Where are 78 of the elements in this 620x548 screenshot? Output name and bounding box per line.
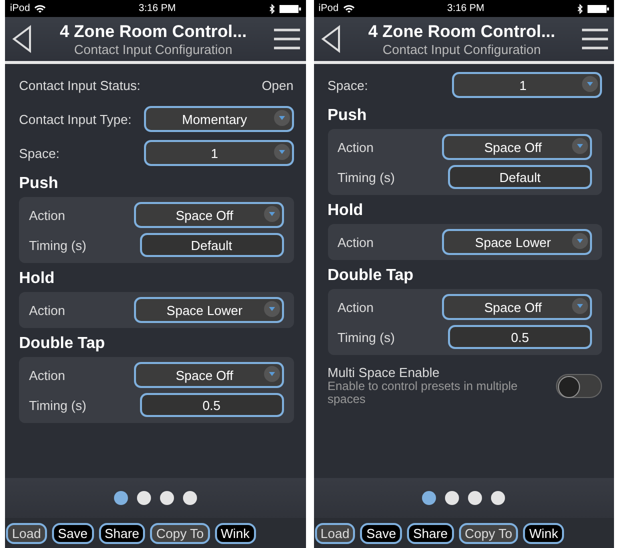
toolbar-button[interactable]: Save	[52, 522, 94, 544]
status-time: 3:16 PM	[138, 3, 176, 14]
toolbar-button[interactable]: Wink	[523, 522, 564, 544]
field-label: Action	[29, 368, 66, 382]
field-label: Action	[29, 302, 66, 318]
caret-icon	[582, 76, 598, 92]
toolbar-button[interactable]: Share	[407, 522, 454, 544]
field-label: Contact Input Type:	[19, 112, 132, 126]
input-field[interactable]: Default	[448, 165, 592, 189]
menu-icon	[274, 28, 300, 50]
page-dot[interactable]	[422, 491, 436, 505]
field-label: Action	[338, 300, 374, 314]
carrier-label: iPod	[318, 3, 339, 14]
battery-icon	[278, 4, 301, 14]
toggle-switch[interactable]	[556, 374, 602, 398]
page-dot[interactable]	[445, 491, 460, 505]
toolbar-button[interactable]: Share	[98, 522, 146, 544]
field-label: Timing (s)	[338, 170, 395, 184]
caret-icon	[264, 206, 280, 222]
page-dot[interactable]	[491, 491, 506, 505]
status-time: 3:16 PM	[447, 3, 484, 14]
section-title: Push	[19, 175, 60, 193]
caret-icon	[264, 366, 280, 382]
battery-icon	[587, 4, 610, 14]
dropdown[interactable]: Space Lower	[442, 229, 592, 255]
page-dot[interactable]	[182, 491, 197, 505]
menu-icon	[582, 28, 608, 50]
wifi-icon	[34, 4, 46, 14]
header-title: 4 Zone Room Control...	[368, 22, 556, 42]
dropdown[interactable]: Space Off	[134, 362, 284, 388]
field-label: Action	[338, 234, 374, 250]
section-title: Hold	[328, 202, 364, 220]
back-icon	[11, 25, 33, 53]
dropdown[interactable]: 1	[452, 72, 602, 98]
header-subtitle: Contact Input Configuration	[382, 42, 541, 56]
section-title: Hold	[19, 270, 56, 288]
section-title: Double Tap	[328, 267, 414, 285]
page-dot[interactable]	[468, 491, 482, 505]
dropdown[interactable]: Space Off	[134, 202, 284, 228]
caret-icon	[572, 298, 588, 314]
caret-icon	[274, 144, 290, 160]
field-label: Timing (s)	[29, 238, 86, 252]
toggle-description: Enable to control presets in multiple spaces	[328, 380, 519, 406]
carrier-label: iPod	[10, 3, 30, 14]
section-title: Double Tap	[19, 335, 106, 353]
bluetooth-icon	[577, 4, 584, 14]
back-icon	[320, 25, 342, 53]
caret-icon	[572, 138, 588, 154]
caret-icon	[572, 233, 588, 249]
toolbar-button[interactable]: Save	[360, 522, 402, 544]
page-dot[interactable]	[136, 491, 151, 505]
dropdown[interactable]: Space Lower	[134, 297, 284, 323]
toggle-label: Multi Space Enable	[328, 365, 441, 380]
page-dot[interactable]	[114, 491, 128, 505]
input-field[interactable]: 0.5	[448, 325, 592, 349]
field-label: Space:	[19, 146, 60, 160]
dropdown[interactable]: 1	[144, 140, 294, 166]
input-field[interactable]: Default	[140, 233, 284, 257]
field-label: Timing (s)	[29, 398, 86, 412]
dropdown[interactable]: Space Off	[442, 294, 592, 320]
field-label: Action	[29, 208, 66, 222]
field-label: Space:	[328, 78, 368, 92]
wifi-icon	[342, 4, 355, 14]
section-title: Push	[328, 107, 368, 125]
header-title: 4 Zone Room Control...	[60, 22, 247, 42]
field-label: Contact Input Status:	[19, 78, 140, 92]
dropdown[interactable]: Space Off	[442, 134, 592, 160]
input-field[interactable]: 0.5	[140, 393, 284, 417]
caret-icon	[264, 301, 280, 317]
bluetooth-icon	[268, 4, 275, 14]
caret-icon	[274, 110, 290, 126]
header-subtitle: Contact Input Configuration	[74, 42, 232, 56]
field-label: Action	[338, 140, 374, 154]
dropdown[interactable]: Momentary	[144, 106, 294, 132]
status-value: Open	[262, 78, 294, 92]
page-dot[interactable]	[160, 491, 174, 505]
toolbar-button[interactable]: Wink	[214, 522, 256, 544]
field-label: Timing (s)	[338, 330, 395, 344]
